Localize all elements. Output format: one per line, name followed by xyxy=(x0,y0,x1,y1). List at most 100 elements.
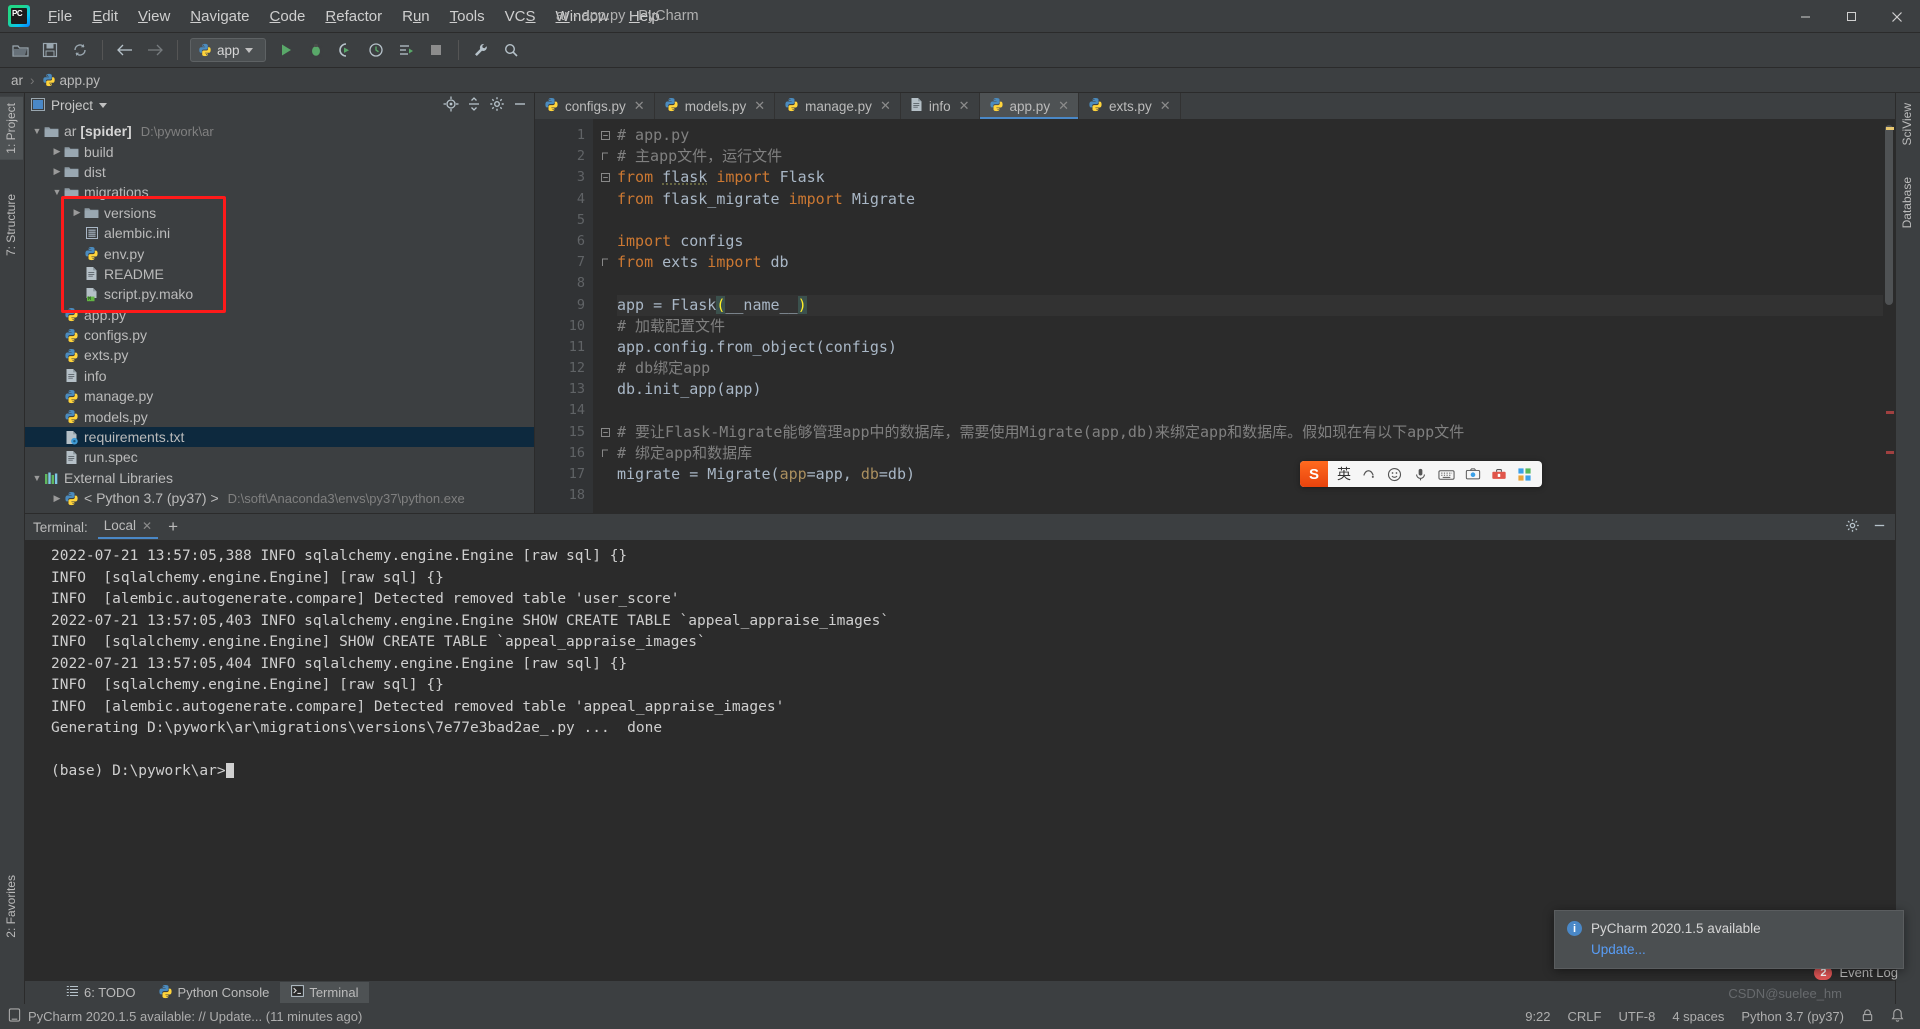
voice-input-icon[interactable] xyxy=(1360,466,1377,483)
sidebar-item-database[interactable]: Database xyxy=(1895,171,1919,234)
sidebar-item-project[interactable]: 1: Project xyxy=(0,97,23,160)
apps-icon[interactable] xyxy=(1516,466,1533,483)
close-icon[interactable]: ✕ xyxy=(754,98,765,114)
code-line[interactable] xyxy=(617,400,1883,421)
locate-target-icon[interactable] xyxy=(443,96,459,115)
close-icon[interactable]: ✕ xyxy=(142,519,152,533)
close-icon[interactable]: ✕ xyxy=(1058,98,1069,114)
sync-refresh-icon[interactable] xyxy=(66,36,94,64)
emoji-icon[interactable] xyxy=(1386,466,1403,483)
toolbox-icon[interactable] xyxy=(1490,466,1507,483)
tree-item-env.py[interactable]: env.py xyxy=(25,243,534,263)
gear-icon[interactable] xyxy=(1845,518,1860,536)
run-button[interactable] xyxy=(272,36,300,64)
code-line[interactable]: # 加载配置文件 xyxy=(617,316,1883,337)
close-icon[interactable]: ✕ xyxy=(634,98,645,114)
fold-marker[interactable] xyxy=(593,146,617,167)
tree-item-manage.py[interactable]: manage.py xyxy=(25,386,534,406)
tree-item-dist[interactable]: ▶ dist xyxy=(25,162,534,182)
code-line[interactable]: from flask_migrate import Migrate xyxy=(617,189,1883,210)
chevron-down-icon[interactable]: ▼ xyxy=(31,126,43,136)
navigate-forward-icon[interactable] xyxy=(141,36,169,64)
menu-tools[interactable]: Tools xyxy=(440,4,495,29)
tree-item--python-3.7-py37-[interactable]: ▶ < Python 3.7 (py37) > D:\soft\Anaconda3\… xyxy=(25,488,534,508)
code-line[interactable]: # db绑定app xyxy=(617,358,1883,379)
profile-button[interactable] xyxy=(362,36,390,64)
fold-marker[interactable] xyxy=(593,167,617,188)
open-folder-icon[interactable] xyxy=(6,36,34,64)
code-line[interactable]: # 绑定app和数据库 xyxy=(617,443,1883,464)
tree-item-ar-spider-[interactable]: ▼ ar [spider] D:\pywork\ar xyxy=(25,121,534,141)
tree-item-requirements.txt[interactable]: requirements.txt xyxy=(25,426,534,448)
breadcrumb-project[interactable]: ar xyxy=(8,72,26,89)
run-coverage-button[interactable] xyxy=(332,36,360,64)
hide-panel-icon[interactable] xyxy=(512,96,528,115)
editor-scrollbar[interactable] xyxy=(1883,119,1895,513)
lock-icon[interactable] xyxy=(1861,1008,1874,1025)
editor-tab-manage-py[interactable]: manage.py ✕ xyxy=(775,93,901,119)
code-content[interactable]: # app.py # 主app文件，运行文件 from flask import F… xyxy=(617,119,1883,513)
editor-tab-bar[interactable]: configs.py ✕ models.py ✕ manage.py ✕ info ✕ app.… xyxy=(535,93,1895,119)
close-icon[interactable]: ✕ xyxy=(880,98,891,114)
screenshot-icon[interactable] xyxy=(1464,466,1481,483)
sidebar-item-sciview[interactable]: SciView xyxy=(1895,97,1919,151)
chevron-right-icon[interactable]: ▶ xyxy=(51,146,63,157)
keyboard-icon[interactable] xyxy=(1438,466,1455,483)
code-line[interactable]: app = Flask(__name__) xyxy=(617,294,1883,316)
python-interpreter[interactable]: Python 3.7 (py37) xyxy=(1741,1009,1844,1024)
save-all-icon[interactable] xyxy=(36,36,64,64)
sidebar-item-structure[interactable]: 7: Structure xyxy=(0,188,23,262)
run-configuration-selector[interactable]: app xyxy=(190,38,266,62)
close-icon[interactable]: ✕ xyxy=(959,98,970,114)
editor-tab-app-py[interactable]: app.py ✕ xyxy=(979,93,1079,119)
navigate-back-icon[interactable] xyxy=(111,36,139,64)
sidebar-item-favorites[interactable]: 2: Favorites xyxy=(0,869,23,944)
breadcrumb-file[interactable]: app.py xyxy=(39,72,104,89)
chevron-down-icon[interactable]: ▼ xyxy=(31,473,43,483)
chevron-right-icon[interactable]: ▶ xyxy=(51,166,63,177)
search-icon[interactable] xyxy=(497,36,525,64)
line-separator[interactable]: CRLF xyxy=(1568,1009,1602,1024)
tree-item-versions[interactable]: ▶ versions xyxy=(25,203,534,223)
editor-tab-exts-py[interactable]: exts.py ✕ xyxy=(1079,93,1181,119)
code-line[interactable]: # app.py xyxy=(617,125,1883,146)
fold-marker[interactable] xyxy=(593,125,617,146)
tree-item-script.py.mako[interactable]: Mscript.py.mako xyxy=(25,284,534,304)
status-message[interactable]: PyCharm 2020.1.5 available: // Update...… xyxy=(28,1009,362,1024)
tree-item-readme[interactable]: README xyxy=(25,264,534,284)
fold-marker[interactable] xyxy=(593,252,617,273)
code-line[interactable] xyxy=(617,210,1883,231)
collapse-all-icon[interactable] xyxy=(466,96,482,115)
tree-item-run.spec[interactable]: run.spec xyxy=(25,447,534,467)
terminal-tab-local[interactable]: Local ✕ xyxy=(97,515,159,539)
code-line[interactable] xyxy=(617,273,1883,294)
code-line[interactable]: db.init_app(app) xyxy=(617,379,1883,400)
code-line[interactable]: import configs xyxy=(617,231,1883,252)
tree-item-models.py[interactable]: models.py xyxy=(25,406,534,426)
chevron-right-icon[interactable]: ▶ xyxy=(71,207,83,218)
tool-tab-terminal[interactable]: Terminal xyxy=(280,982,370,1003)
code-line[interactable] xyxy=(617,485,1883,506)
code-line[interactable]: from exts import db xyxy=(617,252,1883,273)
mic-icon[interactable] xyxy=(1412,466,1429,483)
fold-marker[interactable] xyxy=(593,422,617,443)
ime-mode-label[interactable]: 英 xyxy=(1337,464,1351,484)
menu-code[interactable]: Code xyxy=(260,4,316,29)
menu-run[interactable]: Run xyxy=(392,4,440,29)
maximize-button[interactable] xyxy=(1828,0,1874,33)
code-line[interactable]: migrate = Migrate(app=app, db=db) xyxy=(617,464,1883,485)
tree-item-app.py[interactable]: app.py xyxy=(25,305,534,325)
notification-bell-icon[interactable] xyxy=(1891,1008,1904,1026)
hide-panel-icon[interactable] xyxy=(1872,518,1887,536)
tree-item-build[interactable]: ▶ build xyxy=(25,141,534,161)
code-line[interactable]: app.config.from_object(configs) xyxy=(617,337,1883,358)
editor-tab-configs-py[interactable]: configs.py ✕ xyxy=(535,93,655,119)
tree-item-migrations[interactable]: ▼ migrations xyxy=(25,182,534,202)
menu-edit[interactable]: Edit xyxy=(82,4,128,29)
code-line[interactable]: # 主app文件，运行文件 xyxy=(617,146,1883,167)
menu-refactor[interactable]: Refactor xyxy=(315,4,392,29)
tree-item-external-libraries[interactable]: ▼ External Libraries xyxy=(25,468,534,488)
settings-wrench-icon[interactable] xyxy=(467,36,495,64)
notification-popup[interactable]: i PyCharm 2020.1.5 available Update... xyxy=(1554,910,1904,969)
tree-item-exts.py[interactable]: exts.py xyxy=(25,345,534,365)
